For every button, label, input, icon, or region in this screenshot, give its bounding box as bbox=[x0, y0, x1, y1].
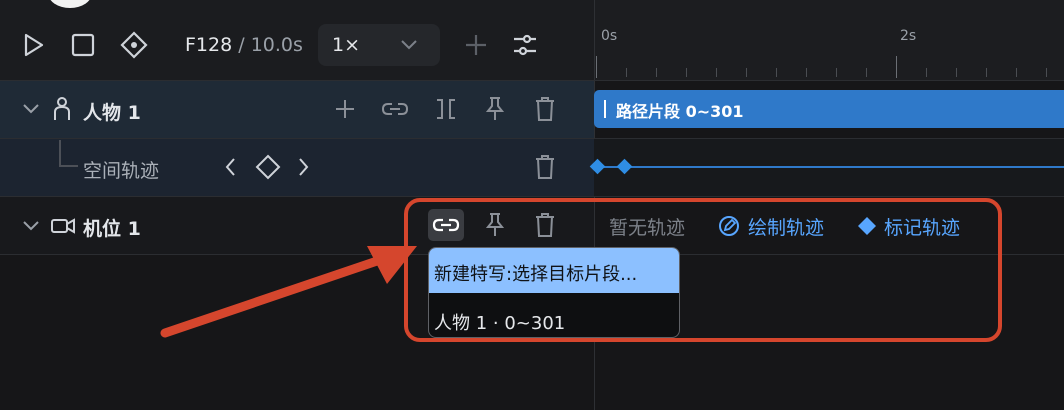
ruler-tick bbox=[776, 68, 777, 77]
ruler-tick bbox=[716, 68, 717, 77]
keyframe-diamond-icon[interactable] bbox=[255, 154, 281, 180]
ruler-tick bbox=[836, 68, 837, 77]
ruler-tick bbox=[1046, 68, 1047, 77]
path-motion-line bbox=[597, 166, 1064, 168]
ruler-tick bbox=[686, 68, 687, 77]
tree-connector bbox=[56, 140, 80, 170]
ruler-tick bbox=[926, 68, 927, 77]
person-icon bbox=[51, 96, 73, 122]
trash-icon[interactable] bbox=[534, 96, 556, 122]
track-name-camera: 机位 1 bbox=[83, 218, 141, 240]
ruler-tick bbox=[806, 68, 807, 77]
chevron-down-icon[interactable] bbox=[22, 219, 40, 233]
ruler-ticks bbox=[0, 0, 1064, 80]
annotation-arrow bbox=[160, 246, 417, 338]
track-name-person: 人物 1 bbox=[83, 102, 141, 124]
link-icon[interactable] bbox=[381, 97, 409, 121]
row-divider bbox=[0, 80, 1064, 81]
trash-icon[interactable] bbox=[534, 154, 556, 180]
ruler-tick bbox=[626, 68, 627, 77]
pin-icon[interactable] bbox=[484, 96, 506, 122]
ruler-tick bbox=[596, 56, 597, 78]
ruler-tick bbox=[746, 68, 747, 77]
clip-label: 路径片段 0~301 bbox=[616, 102, 744, 121]
subtrack-name-spatial-path: 空间轨迹 bbox=[83, 160, 160, 182]
ruler-tick bbox=[656, 68, 657, 77]
ruler-tick bbox=[896, 56, 897, 78]
annotation-highlight-box bbox=[404, 198, 1002, 342]
split-icon[interactable] bbox=[434, 97, 458, 121]
chevron-right-icon[interactable] bbox=[296, 156, 310, 178]
ruler-tick bbox=[986, 68, 987, 77]
ruler-tick bbox=[956, 68, 957, 77]
chevron-left-icon[interactable] bbox=[224, 156, 238, 178]
path-clip[interactable]: 路径片段 0~301 bbox=[594, 90, 1064, 128]
chevron-down-icon[interactable] bbox=[22, 102, 40, 116]
ruler-tick bbox=[866, 68, 867, 77]
clip-handle[interactable] bbox=[604, 100, 606, 118]
plus-icon[interactable] bbox=[333, 97, 357, 121]
row-divider bbox=[0, 196, 1064, 197]
ruler-tick bbox=[1016, 68, 1017, 77]
camera-icon bbox=[50, 216, 76, 236]
